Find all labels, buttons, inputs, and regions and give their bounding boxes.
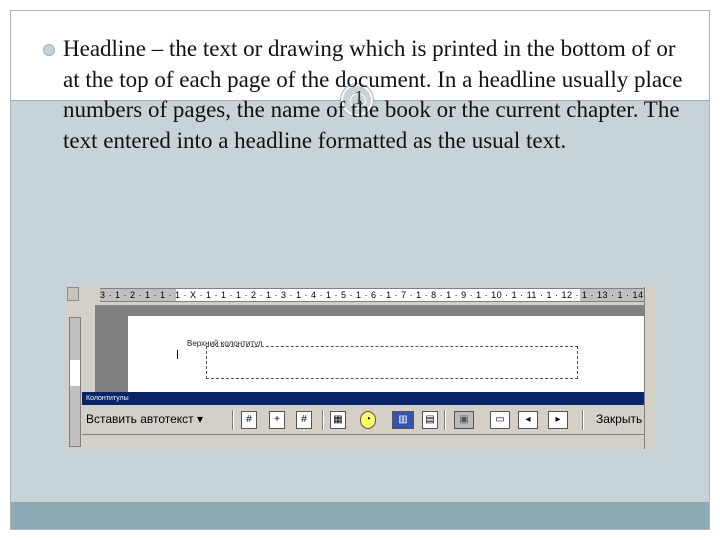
page-setup-icon[interactable]: ▥ bbox=[392, 411, 414, 429]
ruler-ticks: 3 · 1 · 2 · 1 · 1 · 1 · X · 1 · 1 · 1 · … bbox=[100, 290, 656, 300]
toolbar-separator bbox=[444, 410, 445, 430]
header-label: Верхний колонтитул bbox=[187, 339, 263, 348]
vertical-ruler[interactable] bbox=[69, 317, 81, 447]
horizontal-ruler[interactable]: 3 · 1 · 2 · 1 · 1 · 1 · X · 1 · 1 · 1 · … bbox=[100, 288, 656, 302]
page-count-icon[interactable]: + bbox=[269, 411, 285, 429]
text-cursor bbox=[177, 350, 178, 359]
toolbar-separator bbox=[232, 410, 233, 430]
bullet-paragraph: Headline – the text or drawing which is … bbox=[63, 36, 683, 153]
show-next-icon[interactable]: ▸ bbox=[548, 411, 568, 429]
show-hide-text-icon[interactable]: ▤ bbox=[422, 411, 438, 429]
header-footer-toolbar: Вставить автотекст ▾ # + # ▦ ◔ ▥ ▤ ▣ ▭ ◂… bbox=[82, 405, 656, 435]
status-strip bbox=[82, 435, 642, 449]
word-header-screenshot: 3 · 1 · 2 · 1 · 1 · 1 · X · 1 · 1 · 1 · … bbox=[67, 287, 656, 449]
date-icon[interactable]: ▦ bbox=[330, 411, 346, 429]
ruler-corner bbox=[67, 287, 79, 301]
toolbar-separator bbox=[322, 410, 323, 430]
vruler-margin-bottom bbox=[70, 386, 80, 446]
page-number-icon[interactable]: # bbox=[241, 411, 257, 429]
switch-header-footer-icon[interactable]: ▭ bbox=[490, 411, 510, 429]
document-area bbox=[95, 305, 656, 406]
show-previous-icon[interactable]: ◂ bbox=[518, 411, 538, 429]
close-button[interactable]: Закрыть bbox=[596, 412, 642, 426]
vertical-scrollbar[interactable] bbox=[644, 287, 656, 449]
slide-body-text: Headline – the text or drawing which is … bbox=[42, 34, 692, 156]
format-page-number-icon[interactable]: # bbox=[296, 411, 312, 429]
vruler-margin-top bbox=[70, 318, 80, 360]
toolbar-separator bbox=[582, 410, 583, 430]
page-number: 1 bbox=[354, 87, 364, 109]
header-area[interactable] bbox=[206, 346, 578, 379]
time-icon[interactable]: ◔ bbox=[360, 411, 376, 429]
insert-autotext-dropdown[interactable]: Вставить автотекст ▾ bbox=[86, 412, 203, 426]
toolbar-title[interactable]: Колонтитулы bbox=[82, 392, 656, 405]
slide: Headline – the text or drawing which is … bbox=[0, 0, 720, 540]
same-as-previous-icon[interactable]: ▣ bbox=[454, 411, 474, 429]
